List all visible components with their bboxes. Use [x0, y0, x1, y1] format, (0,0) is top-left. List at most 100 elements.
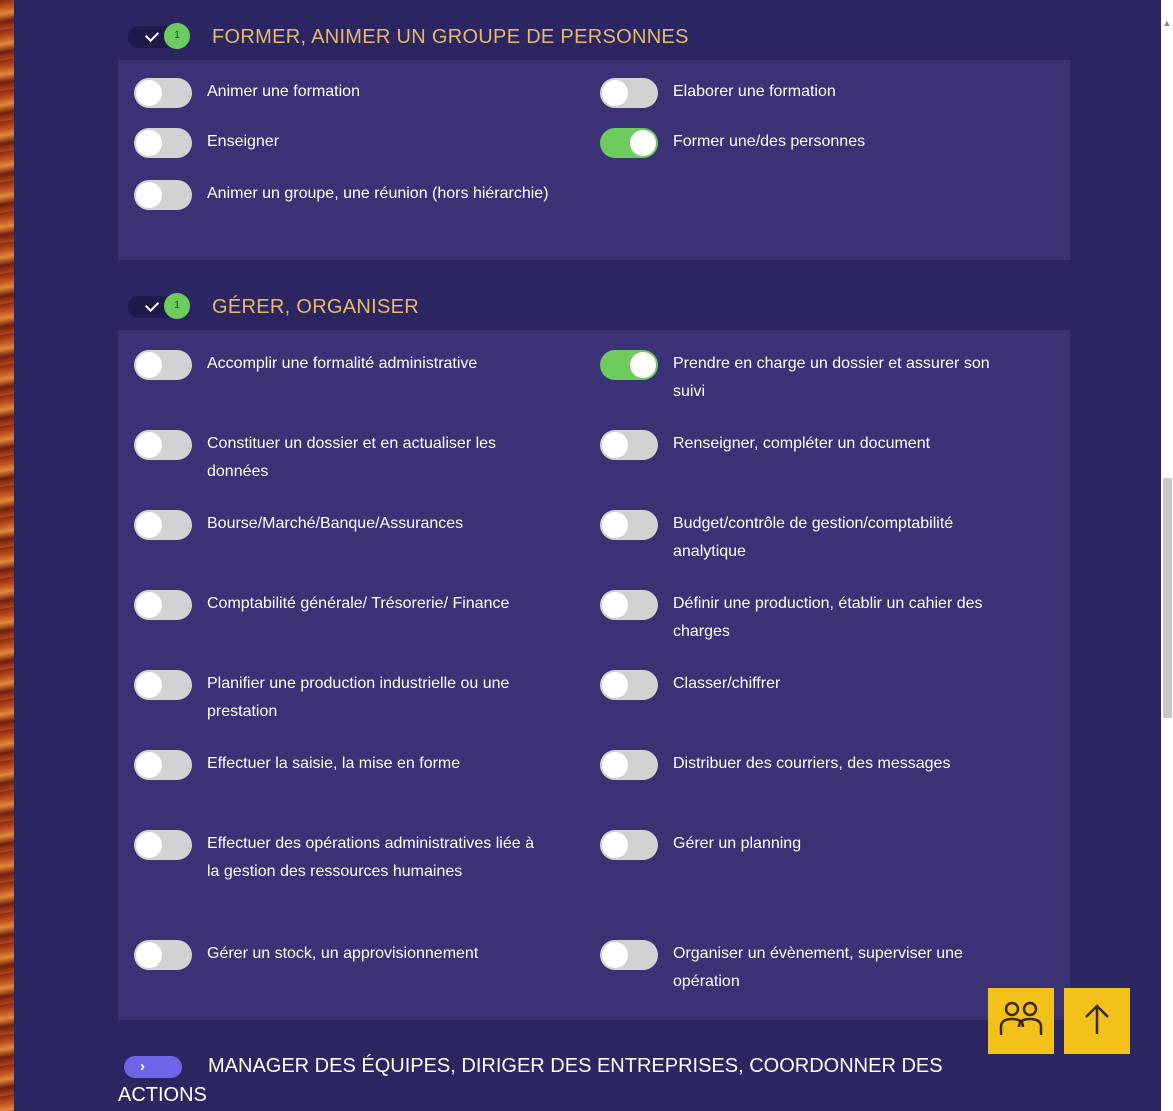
skill-item[interactable]: Organiser un évènement, superviser une o… [600, 940, 1013, 996]
skill-item[interactable]: Elaborer une formation [600, 78, 1013, 108]
section-panel-former: Animer une formation Elaborer une format… [118, 60, 1070, 260]
skill-label: Effectuer la saisie, la mise en forme [207, 755, 461, 772]
skill-item[interactable]: Prendre en charge un dossier et assurer … [600, 350, 1013, 406]
section-toggle[interactable]: › [124, 1056, 182, 1078]
toggle-switch[interactable] [600, 510, 658, 540]
skill-item[interactable]: Bourse/Marché/Banque/Assurances [134, 510, 547, 540]
skill-label: Classer/chiffrer [673, 675, 781, 692]
toggle-knob [136, 832, 162, 858]
skill-label: Planifier une production industrielle ou… [207, 675, 510, 720]
skill-label: Renseigner, compléter un document [673, 435, 931, 452]
section-header-former[interactable]: 1 FORMER, ANIMER UN GROUPE DE PERSONNES [128, 20, 689, 54]
skill-item[interactable]: Renseigner, compléter un document [600, 430, 1013, 460]
skill-label: Organiser un évènement, superviser une o… [673, 945, 963, 990]
section-title: GÉRER, ORGANISER [212, 295, 420, 318]
check-icon [144, 297, 160, 313]
toggle-knob [136, 182, 162, 208]
skill-item[interactable]: Accomplir une formalité administrative [134, 350, 547, 380]
scroll-to-top-button[interactable] [1064, 988, 1130, 1054]
toggle-knob [602, 80, 628, 106]
toggle-knob [602, 942, 628, 968]
toggle-switch[interactable] [600, 940, 658, 970]
toggle-knob [136, 672, 162, 698]
toggle-switch[interactable] [600, 430, 658, 460]
toggle-knob [602, 832, 628, 858]
toggle-switch[interactable] [600, 670, 658, 700]
toggle-switch[interactable] [134, 750, 192, 780]
people-button[interactable] [988, 988, 1054, 1054]
skill-label: Prendre en charge un dossier et assurer … [673, 355, 990, 400]
skill-label: Elaborer une formation [673, 83, 836, 100]
toggle-knob [602, 752, 628, 778]
skill-item[interactable]: Classer/chiffrer [600, 670, 1013, 700]
skill-item[interactable]: Effectuer des opérations administratives… [134, 830, 547, 886]
toggle-switch[interactable] [134, 940, 192, 970]
section-toggle[interactable]: 1 [128, 293, 190, 319]
section-header-gerer[interactable]: 1 GÉRER, ORGANISER [128, 290, 419, 324]
skill-label: Bourse/Marché/Banque/Assurances [207, 515, 464, 532]
toggle-knob [136, 130, 162, 156]
toggle-knob [602, 432, 628, 458]
toggle-knob [602, 672, 628, 698]
toggle-switch[interactable] [134, 350, 192, 380]
skill-item[interactable]: Animer un groupe, une réunion (hors hiér… [134, 180, 567, 210]
skill-item[interactable]: Gérer un stock, un approvisionnement [134, 940, 547, 970]
toggle-switch[interactable] [600, 78, 658, 108]
skill-label: Gérer un planning [673, 835, 802, 852]
skill-item[interactable]: Effectuer la saisie, la mise en forme [134, 750, 547, 780]
section-title: MANAGER DES ÉQUIPES, DIRIGER DES ENTREPR… [208, 1055, 943, 1077]
toggle-knob [136, 752, 162, 778]
toggle-switch[interactable] [600, 128, 658, 158]
toggle-knob [136, 432, 162, 458]
skill-label: Animer un groupe, une réunion (hors hiér… [207, 185, 549, 202]
scrollbar-thumb[interactable] [1163, 478, 1172, 718]
skill-label: Effectuer des opérations administratives… [207, 835, 534, 880]
toggle-knob [136, 80, 162, 106]
toggle-switch[interactable] [600, 830, 658, 860]
section-header-manager[interactable]: › MANAGER DES ÉQUIPES, DIRIGER DES ENTRE… [124, 1050, 943, 1084]
toggle-switch[interactable] [134, 830, 192, 860]
skill-item[interactable]: Constituer un dossier et en actualiser l… [134, 430, 547, 486]
skill-label: Constituer un dossier et en actualiser l… [207, 435, 497, 480]
toggle-knob [602, 512, 628, 538]
selected-count-badge: 1 [164, 23, 190, 49]
skill-label: Accomplir une formalité administrative [207, 355, 478, 372]
skill-item[interactable]: Planifier une production industrielle ou… [134, 670, 547, 726]
check-icon [144, 27, 160, 43]
skill-label: Enseigner [207, 133, 280, 150]
toggle-knob [136, 352, 162, 378]
skill-label: Gérer un stock, un approvisionnement [207, 945, 479, 962]
section-toggle[interactable]: 1 [128, 23, 190, 49]
toggle-switch[interactable] [134, 510, 192, 540]
toggle-knob [136, 592, 162, 618]
section-panel-gerer: Accomplir une formalité administrative P… [118, 330, 1070, 1020]
toggle-switch[interactable] [600, 350, 658, 380]
skill-item[interactable]: Gérer un planning [600, 830, 1013, 860]
selected-count-badge: 1 [164, 293, 190, 319]
skill-item[interactable]: Enseigner [134, 128, 547, 158]
toggle-switch[interactable] [134, 78, 192, 108]
toggle-knob [136, 512, 162, 538]
skill-item[interactable]: Budget/contrôle de gestion/comptabilité … [600, 510, 1013, 566]
skill-label: Distribuer des courriers, des messages [673, 755, 951, 772]
toggle-switch[interactable] [134, 670, 192, 700]
chevron-right-icon: › [140, 1058, 145, 1075]
toggle-switch[interactable] [134, 430, 192, 460]
toggle-switch[interactable] [134, 590, 192, 620]
people-icon [999, 999, 1043, 1044]
toggle-switch[interactable] [600, 750, 658, 780]
skill-item[interactable]: Former une/des personnes [600, 128, 1013, 158]
toggle-knob [630, 352, 656, 378]
scroll-up-arrow-icon[interactable]: ▲ [1162, 18, 1172, 28]
toggle-switch[interactable] [600, 590, 658, 620]
skill-item[interactable]: Animer une formation [134, 78, 547, 108]
skill-item[interactable]: Distribuer des courriers, des messages [600, 750, 1013, 780]
toggle-switch[interactable] [134, 180, 192, 210]
toggle-switch[interactable] [134, 128, 192, 158]
skill-label: Comptabilité générale/ Trésorerie/ Finan… [207, 595, 510, 612]
skill-label: Définir une production, établir un cahie… [673, 595, 983, 640]
skill-item[interactable]: Comptabilité générale/ Trésorerie/ Finan… [134, 590, 547, 620]
skill-item[interactable]: Définir une production, établir un cahie… [600, 590, 1013, 646]
scrollbar[interactable]: ▲ [1161, 0, 1173, 1111]
skill-label: Budget/contrôle de gestion/comptabilité … [673, 515, 954, 560]
